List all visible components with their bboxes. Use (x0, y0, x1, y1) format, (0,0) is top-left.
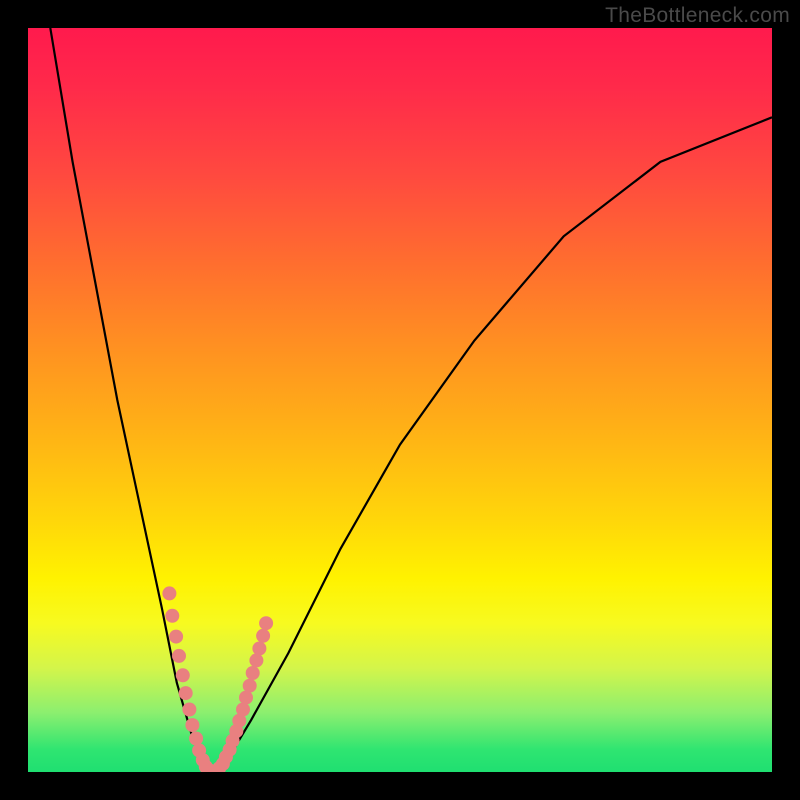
marker-point (162, 586, 176, 600)
marker-point (243, 679, 257, 693)
marker-point (172, 649, 186, 663)
marker-point (252, 642, 266, 656)
marker-point (259, 616, 273, 630)
plot-area (28, 28, 772, 772)
curve-layer (28, 28, 772, 772)
marker-point (246, 666, 260, 680)
marker-point (185, 718, 199, 732)
marker-point (182, 703, 196, 717)
marker-group (162, 586, 273, 772)
marker-point (176, 668, 190, 682)
marker-point (239, 691, 253, 705)
bottleneck-curve (50, 28, 772, 772)
marker-point (179, 686, 193, 700)
marker-point (169, 630, 183, 644)
marker-point (189, 732, 203, 746)
chart-frame: TheBottleneck.com (0, 0, 800, 800)
marker-point (249, 653, 263, 667)
watermark-text: TheBottleneck.com (605, 4, 790, 28)
marker-point (165, 609, 179, 623)
marker-point (256, 629, 270, 643)
marker-point (236, 703, 250, 717)
